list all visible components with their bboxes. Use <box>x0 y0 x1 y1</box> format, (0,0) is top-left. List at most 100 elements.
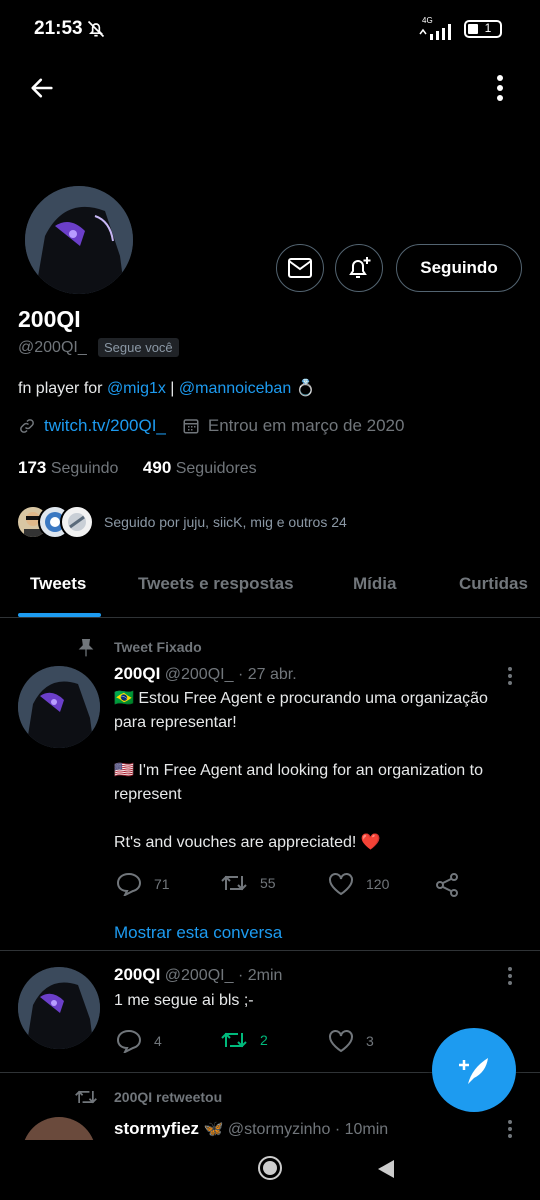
followers-count: 490 <box>142 458 172 477</box>
home-button[interactable] <box>258 1156 282 1180</box>
followed-by-row[interactable]: Seguido por juju, siicK, mig e outros 24 <box>16 504 347 540</box>
message-button[interactable] <box>276 244 324 292</box>
tweet-time: · 27 abr. <box>237 666 297 683</box>
profile-tabs: Tweets Tweets e respostas Mídia Curtidas <box>0 560 540 618</box>
tweet-text-cta: Rt's and vouches are appreciated! ❤️ <box>114 834 381 851</box>
tweet-author-handle: @200QI_ <box>164 967 234 984</box>
tweet-text: 🇧🇷 Estou Free Agent e procurando uma org… <box>114 687 514 855</box>
following-label: Seguindo <box>50 460 119 477</box>
tweet-author-handle: @200QI_ <box>164 666 234 683</box>
tweet-avatar[interactable] <box>18 666 100 748</box>
link-icon <box>20 419 34 433</box>
bio: fn player for @mig1x | @mannoiceban 💍 <box>18 378 316 398</box>
follower-avatar <box>60 505 94 539</box>
like-button[interactable]: 3 <box>328 1029 374 1053</box>
more-options-button[interactable] <box>480 68 520 108</box>
back-button[interactable] <box>22 68 62 108</box>
website-link[interactable]: twitch.tv/200QI_ <box>44 416 166 436</box>
pin-icon <box>78 639 94 657</box>
battery-icon: 1 <box>464 20 502 38</box>
notifications-muted-icon <box>87 20 105 38</box>
retweet-count: 2 <box>260 1032 268 1048</box>
compose-feather-icon <box>459 1058 488 1084</box>
bio-mention-link[interactable]: @mig1x <box>107 380 166 397</box>
tweet-avatar[interactable] <box>22 1117 96 1140</box>
retweet-button[interactable]: 2 <box>220 1029 268 1051</box>
tweet-text: 1 me segue ai bls ;- <box>114 992 254 1009</box>
pinned-tweet[interactable]: Tweet Fixado 200QI @200QI_ · 27 abr. 🇧🇷 … <box>0 620 540 950</box>
reply-button[interactable]: 71 <box>116 872 170 896</box>
tweet-avatar[interactable] <box>18 967 100 1049</box>
tweet-header: 200QI @200QI_ · 2min <box>114 965 282 985</box>
tweet-header: 200QI @200QI_ · 27 abr. <box>114 664 297 684</box>
profile-meta: twitch.tv/200QI_ Entrou em março de 2020 <box>18 416 404 436</box>
bio-separator: | <box>165 380 179 397</box>
notify-button[interactable] <box>335 244 383 292</box>
bio-mention-link[interactable]: @mannoiceban <box>179 380 291 397</box>
more-vertical-icon <box>497 75 503 101</box>
tweet-text-en: 🇺🇸 I'm Free Agent and looking for an org… <box>114 762 483 803</box>
status-bar: 21:53 4G 1 <box>0 0 540 60</box>
retweeted-by-label[interactable]: 200QI retweetou <box>114 1089 222 1105</box>
heart-icon <box>329 873 353 896</box>
tweet-author-name[interactable]: 200QI <box>114 965 160 984</box>
profile-handle: @200QI_ <box>18 339 87 356</box>
status-time: 21:53 <box>34 18 83 39</box>
bio-text: fn player for <box>18 380 107 397</box>
reply-button[interactable]: 4 <box>116 1029 162 1053</box>
reply-count: 71 <box>154 876 170 892</box>
pinned-label: Tweet Fixado <box>114 639 202 655</box>
like-button[interactable]: 120 <box>328 872 389 896</box>
tab-likes[interactable]: Curtidas <box>459 574 528 594</box>
followed-by-text: Seguido por juju, siicK, mig e outros 24 <box>104 514 347 530</box>
ring-emoji: 💍 <box>295 380 316 397</box>
reply-count: 4 <box>154 1033 162 1049</box>
profile-avatar[interactable] <box>22 183 136 297</box>
bell-plus-icon <box>349 257 371 278</box>
share-icon[interactable] <box>434 872 460 898</box>
tweet-header: stormyfiez 🦋 @stormyzinho · 10min <box>114 1119 388 1139</box>
reply-icon <box>116 1029 142 1053</box>
following-button[interactable]: Seguindo <box>396 244 522 292</box>
envelope-icon <box>288 258 312 278</box>
tab-media[interactable]: Mídia <box>353 574 396 594</box>
tweet-author-name[interactable]: stormyfiez <box>114 1119 199 1138</box>
retweet-count: 55 <box>260 875 276 891</box>
tweet-time: · 10min <box>334 1121 389 1138</box>
following-count-link[interactable]: 173 Seguindo <box>18 458 119 477</box>
follow-counts: 173 Seguindo 490 Seguidores <box>18 458 257 478</box>
reply-icon <box>116 872 142 896</box>
followers-label: Seguidores <box>175 460 257 477</box>
tweet-more-icon[interactable] <box>506 1119 514 1139</box>
tab-tweets-replies[interactable]: Tweets e respostas <box>138 574 294 594</box>
tweet-more-icon[interactable] <box>506 666 514 686</box>
calendar-icon <box>183 419 199 434</box>
tweet-author-name[interactable]: 200QI <box>114 664 160 683</box>
tweet-more-icon[interactable] <box>506 966 514 986</box>
back-triangle-icon[interactable] <box>376 1158 396 1180</box>
retweet-button[interactable]: 55 <box>220 872 276 894</box>
tweet-text-pt: 🇧🇷 Estou Free Agent e procurando uma org… <box>114 690 488 731</box>
retweet-icon <box>221 1032 247 1048</box>
like-count: 3 <box>366 1033 374 1049</box>
signal-icon: 4G <box>418 16 458 40</box>
active-tab-indicator <box>18 613 101 617</box>
retweet-icon <box>75 1090 97 1104</box>
tweet-time: · 2min <box>237 967 283 984</box>
joined-date: Entrou em março de 2020 <box>207 416 405 435</box>
follows-you-badge: Segue você <box>98 338 179 357</box>
following-count: 173 <box>18 458 47 477</box>
system-nav-bar <box>0 1140 540 1200</box>
tab-tweets[interactable]: Tweets <box>30 574 86 594</box>
display-name: 200QI <box>18 306 81 332</box>
followers-count-link[interactable]: 490 Seguidores <box>142 458 257 477</box>
tweet-author-handle: @stormyzinho <box>227 1121 331 1138</box>
show-thread-link[interactable]: Mostrar esta conversa <box>114 923 282 943</box>
battery-level: 1 <box>484 21 492 35</box>
like-count: 120 <box>366 876 390 892</box>
retweet-icon <box>221 875 247 891</box>
arrow-left-icon <box>31 78 53 98</box>
butterfly-icon: 🦋 <box>203 1121 224 1138</box>
compose-tweet-button[interactable] <box>432 1028 516 1112</box>
heart-icon <box>329 1030 353 1053</box>
